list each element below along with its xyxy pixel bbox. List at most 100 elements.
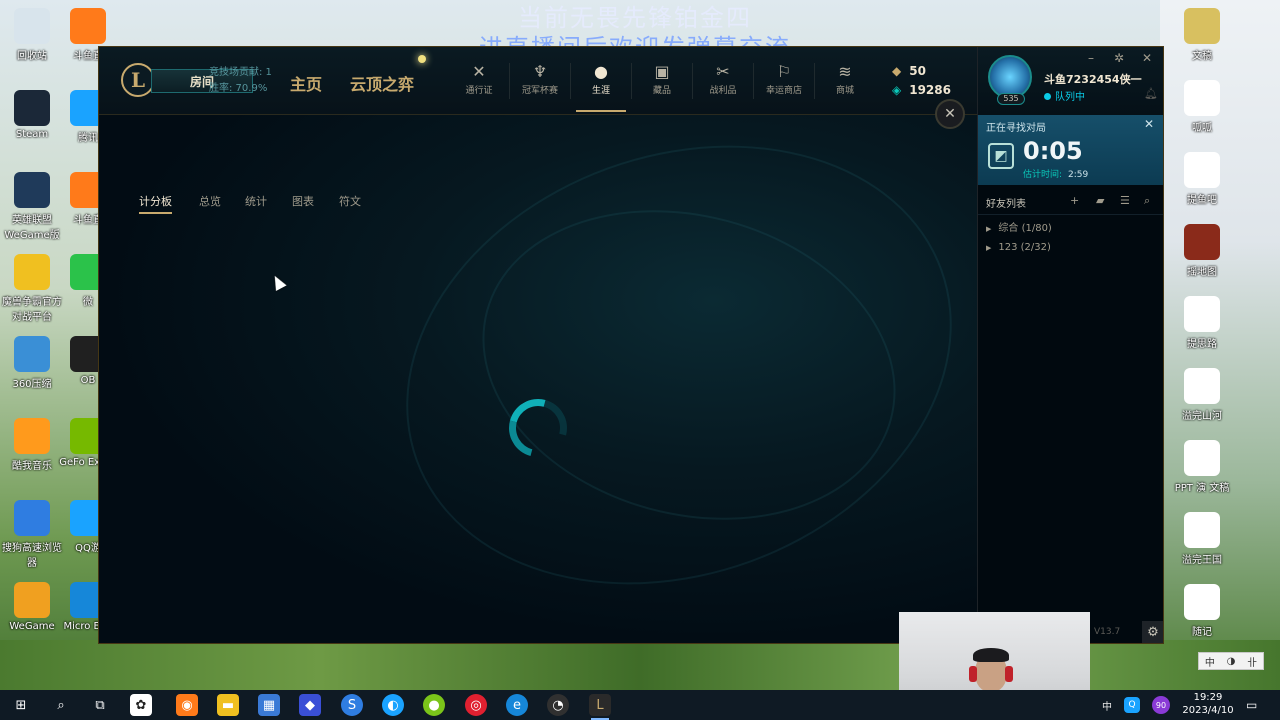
desktop-icon[interactable]: 360压缩 [0, 336, 64, 390]
search-icon[interactable]: ⌕ [50, 694, 72, 716]
close-icon: ✕ [944, 106, 956, 122]
app-icon[interactable]: ● [423, 694, 445, 716]
tray-lang[interactable]: 中 [1102, 698, 1112, 713]
window-close-button[interactable]: ✕ [1142, 51, 1152, 65]
status-indicator[interactable]: 队列中 [1044, 88, 1085, 103]
desktop-icon[interactable]: 文稿 [1170, 8, 1234, 62]
queue-estimate-value: 2:59 [1068, 170, 1089, 180]
desktop-icon-label: 随记 [1192, 627, 1212, 638]
desktop-icon[interactable]: 英雄联盟 WeGame版 [0, 172, 64, 241]
douyu-icon[interactable]: ◉ [176, 694, 198, 716]
subtab[interactable]: 统计 [245, 193, 267, 209]
desktop-icon[interactable]: 魔兽争霸官方对战平台 [0, 254, 64, 323]
loot-icon: ✂ [716, 62, 730, 81]
nav-collection[interactable]: ▣ 藏品 [632, 61, 692, 96]
music-icon[interactable]: ◎ [465, 694, 487, 716]
desktop-icon[interactable]: 溢完山河 [1170, 368, 1234, 422]
settings-gear-icon[interactable]: ✲ [1114, 51, 1124, 65]
folder-icon[interactable]: ▬ [217, 694, 239, 716]
cancel-queue-button[interactable]: ✕ [1144, 117, 1154, 131]
league-client-taskbar-icon[interactable]: L [589, 694, 611, 720]
nav-home[interactable]: 主页 [290, 71, 322, 95]
app-icon [1184, 80, 1220, 116]
desktop-icon[interactable]: 提思路 [1170, 296, 1234, 350]
search-icon[interactable]: ⌕ [1144, 194, 1150, 208]
doc-icon [1184, 368, 1220, 404]
desktop-icon[interactable]: PPT 演 文稿 [1170, 440, 1234, 494]
nav-pass[interactable]: ✕ 通行证 [449, 61, 509, 96]
desktop-icon-label: 魔兽争霸官方对战平台 [2, 297, 62, 323]
expand-arrow-icon: ▶ [986, 225, 992, 233]
add-friend-icon[interactable]: + [1070, 194, 1079, 207]
notification-bell-icon[interactable]: 🔔︎ [1144, 87, 1158, 100]
social-panel: 535 斗鱼7232454侠一 队列中 – ✲ ✕ 🔔︎ 正在寻找对局 ✕ ◩ … [977, 47, 1163, 643]
nav-lucky-shop[interactable]: ⚐ 幸运商店 [754, 61, 814, 96]
room-info-line: 竞技场贡献: 1 [209, 67, 272, 78]
subtab[interactable]: 图表 [292, 193, 314, 209]
desktop-icon[interactable]: WeGame [0, 582, 64, 632]
desktop-icon[interactable]: Steam [0, 90, 64, 140]
friend-group-general[interactable]: ▶ 综合 (1/80) [986, 219, 1052, 234]
nav-label: 藏品 [652, 86, 671, 96]
nav-label: 战利品 [709, 86, 737, 96]
desktop-icon[interactable]: 回收站 [0, 8, 64, 62]
friend-group-label: 综合 (1/80) [998, 223, 1052, 234]
system-clock[interactable]: 19:29 2023/4/10 [1180, 691, 1236, 717]
nav-profile[interactable]: ● 生涯 [571, 61, 631, 112]
browser-icon[interactable]: S [341, 694, 363, 716]
desktop-icon[interactable]: 溢完王国 [1170, 512, 1234, 566]
notification-center-icon[interactable]: ▭ [1246, 698, 1257, 712]
ime-punct[interactable]: ◑ [1227, 656, 1236, 667]
desktop-icon[interactable]: 摇地图 [1170, 224, 1234, 278]
tray-app-icon[interactable]: Q [1124, 697, 1140, 713]
ime-tools[interactable]: 卝 [1247, 654, 1257, 669]
app-icon[interactable]: ✿ [130, 694, 152, 716]
desktop-icon-label: 提鱼吧 [1187, 195, 1217, 206]
add-folder-icon[interactable]: ▰ [1096, 194, 1104, 207]
tray-badge[interactable]: 90 [1152, 696, 1170, 714]
doc-icon [1184, 152, 1220, 188]
task-view-icon[interactable]: ⧉ [89, 694, 111, 716]
lucky-shop-icon: ⚐ [776, 62, 792, 81]
desktop-icon-label: 英雄联盟 WeGame版 [4, 215, 60, 241]
doc-icon [1184, 584, 1220, 620]
desktop-icon-label: 酷我音乐 [12, 461, 52, 472]
summoner-name[interactable]: 斗鱼7232454侠一 [1044, 71, 1142, 87]
league-logo-icon[interactable]: L [121, 63, 155, 97]
calculator-icon[interactable]: ▦ [258, 694, 280, 716]
friends-list-title: 好友列表 [986, 199, 1026, 210]
client-top-navigation: L 房间 竞技场贡献: 1 胜率: 70.9% 主页 云顶之弈 ✕ 通行证 ♆ 冠军杯… [99, 47, 977, 115]
desktop-icon[interactable]: 酷我音乐 [0, 418, 64, 472]
desktop-icon[interactable]: 搜狗高速浏览器 [0, 500, 64, 569]
friend-group-123[interactable]: ▶ 123 (2/32) [986, 242, 1051, 253]
desktop-icon[interactable]: 提鱼吧 [1170, 152, 1234, 206]
ime-toolbar[interactable]: 中 ◑ 卝 [1198, 652, 1264, 670]
ime-mode[interactable]: 中 [1205, 654, 1215, 669]
desktop-icon[interactable]: 呱呱 [1170, 80, 1234, 134]
rp-balance[interactable]: ◆ 50 [892, 64, 926, 78]
subtab[interactable]: 符文 [339, 193, 361, 209]
subtab[interactable]: 计分板 [139, 193, 172, 214]
pass-icon: ✕ [472, 62, 486, 81]
app-icon[interactable]: ◐ [382, 694, 404, 716]
chat-settings-button[interactable]: ⚙ [1142, 621, 1163, 643]
nav-clash[interactable]: ♆ 冠军杯赛 [510, 61, 570, 96]
collection-icon: ▣ [654, 62, 670, 81]
blue-essence-balance[interactable]: ◈ 19286 [892, 83, 951, 97]
start-windows-icon[interactable]: ⊞ [10, 694, 32, 716]
list-view-icon[interactable]: ☰ [1120, 194, 1130, 207]
minimize-button[interactable]: – [1088, 51, 1094, 65]
status-dot-icon [1044, 93, 1051, 100]
edge-icon[interactable]: e [506, 694, 528, 716]
desktop-icon[interactable]: 随记 [1170, 584, 1234, 638]
nav-loot[interactable]: ✂ 战利品 [693, 61, 753, 96]
nav-tft[interactable]: 云顶之弈 [350, 71, 414, 95]
nav-store[interactable]: ≋ 商城 [815, 61, 875, 96]
obs-icon[interactable]: ◔ [547, 694, 569, 716]
subtab[interactable]: 总览 [199, 193, 221, 209]
desktop-icon-label: 呱呱 [1192, 123, 1212, 134]
status-text: 队列中 [1055, 92, 1085, 103]
close-overlay-button[interactable]: ✕ [935, 99, 965, 129]
app-icon[interactable]: ◆ [299, 694, 321, 716]
nav-label: 商城 [835, 86, 854, 96]
